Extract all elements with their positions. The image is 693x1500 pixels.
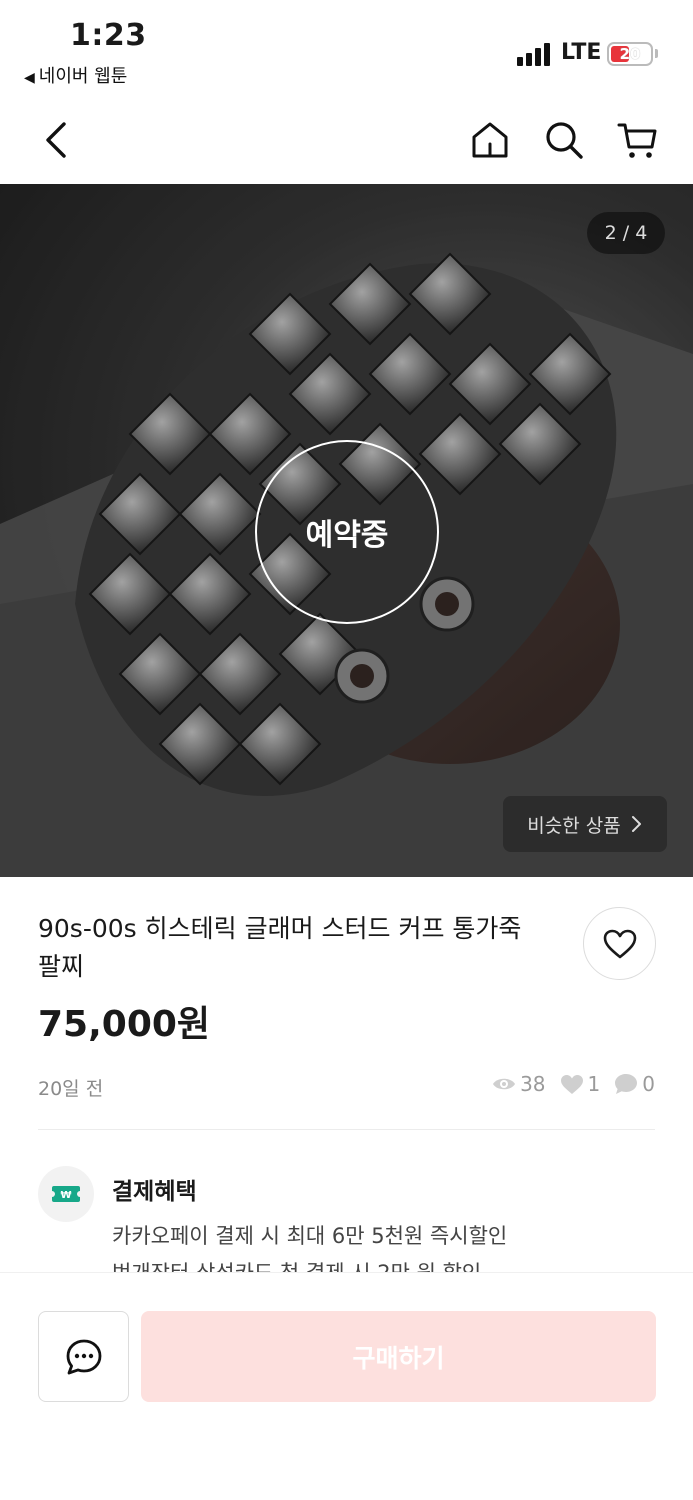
heart-icon bbox=[603, 929, 636, 958]
heart-small-icon bbox=[560, 1074, 583, 1094]
chat-button[interactable] bbox=[38, 1311, 129, 1402]
views-stat: 38 bbox=[492, 1072, 546, 1096]
bottom-action-bar: 구매하기 bbox=[0, 1272, 693, 1500]
back-app-label: 네이버 웹툰 bbox=[38, 66, 128, 87]
benefit-description: 카카오페이 결제 시 최대 6만 5천원 즉시할인 bbox=[112, 1224, 508, 1248]
product-title: 90s-00s 히스테릭 글래머 스터드 커프 통가죽 팔찌 bbox=[38, 914, 522, 981]
product-stats: 38 1 0 bbox=[482, 1072, 655, 1096]
section-divider bbox=[38, 1129, 655, 1130]
svg-text:₩: ₩ bbox=[60, 1190, 71, 1201]
chevron-right-icon bbox=[631, 816, 641, 832]
status-bar: 1:23 ◀ 네이버 웹툰 LTE 20 bbox=[0, 0, 693, 100]
cart-icon[interactable] bbox=[616, 118, 660, 162]
chat-icon bbox=[66, 1339, 101, 1374]
chat-bubble-icon bbox=[615, 1074, 638, 1094]
payment-benefit-icon: ₩ bbox=[38, 1166, 94, 1222]
similar-products-button[interactable]: 비슷한 상품 bbox=[503, 796, 667, 852]
likes-count: 1 bbox=[587, 1072, 601, 1096]
product-price: 75,000원 bbox=[38, 1004, 211, 1045]
back-triangle-icon: ◀ bbox=[24, 70, 35, 86]
reserved-badge: 예약중 bbox=[255, 440, 439, 624]
similar-products-label: 비슷한 상품 bbox=[527, 814, 621, 837]
top-nav bbox=[0, 100, 693, 184]
likes-stat: 1 bbox=[560, 1072, 601, 1096]
battery-icon: 20 bbox=[607, 42, 653, 66]
image-counter: 2 / 4 bbox=[587, 212, 665, 254]
search-icon[interactable] bbox=[542, 118, 586, 162]
signal-icon bbox=[517, 42, 553, 66]
product-image[interactable]: 2 / 4 예약중 비슷한 상품 bbox=[0, 184, 693, 877]
battery-level: 20 bbox=[619, 45, 641, 63]
views-count: 38 bbox=[520, 1072, 546, 1096]
back-to-app-link[interactable]: ◀ 네이버 웹툰 bbox=[24, 62, 127, 88]
home-icon[interactable] bbox=[468, 118, 512, 162]
status-time: 1:23 bbox=[70, 18, 147, 53]
back-icon[interactable] bbox=[34, 118, 78, 162]
network-type: LTE bbox=[561, 40, 602, 65]
posted-time: 20일 전 bbox=[38, 1078, 104, 1100]
like-button[interactable] bbox=[583, 907, 656, 980]
chats-stat: 0 bbox=[614, 1072, 655, 1096]
buy-button[interactable]: 구매하기 bbox=[141, 1311, 656, 1402]
chats-count: 0 bbox=[642, 1072, 655, 1096]
benefit-title: 결제혜택 bbox=[112, 1179, 197, 1205]
eye-icon bbox=[493, 1078, 516, 1090]
